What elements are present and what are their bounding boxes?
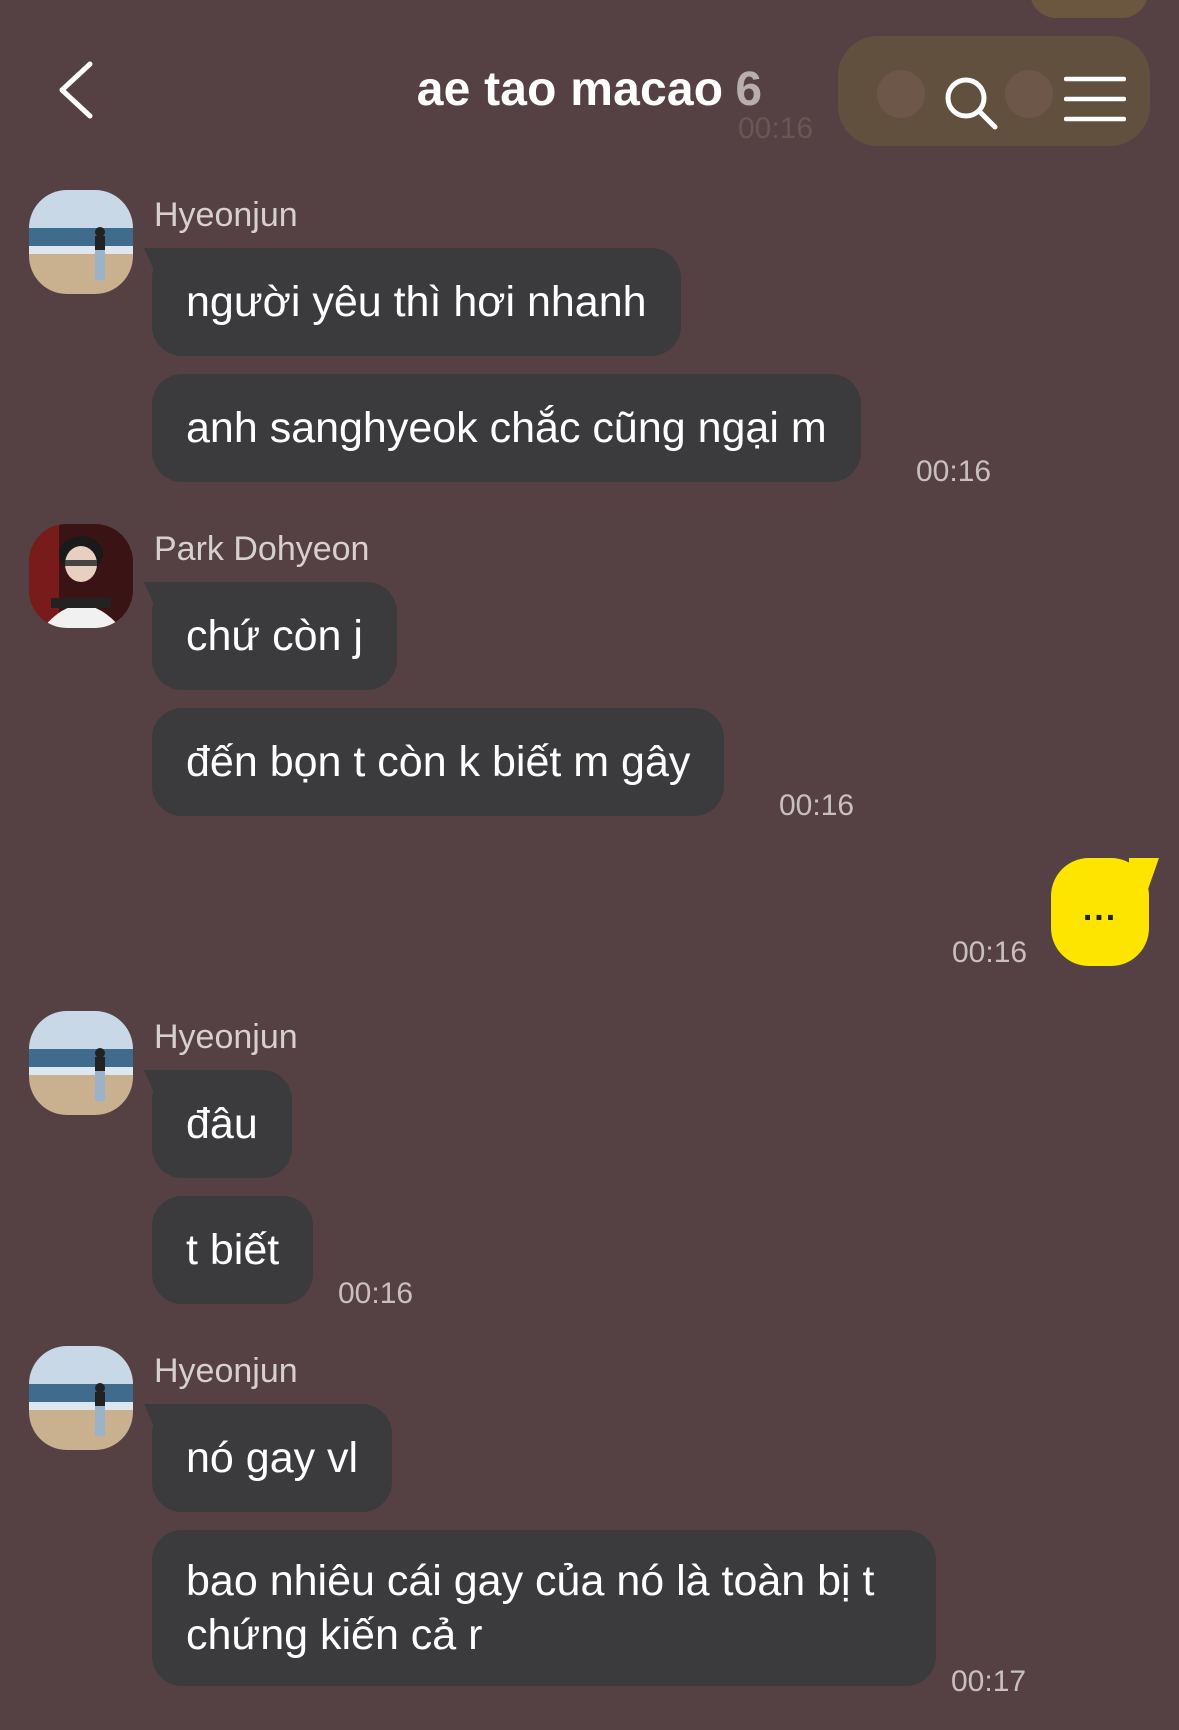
- message-bubble[interactable]: đến bọn t còn k biết m gây: [152, 708, 725, 816]
- message-bubble[interactable]: bao nhiêu cái gay của nó là toàn bị t ch…: [152, 1530, 936, 1686]
- message-bubble[interactable]: chứ còn j: [152, 582, 397, 690]
- message-bubble[interactable]: nó gay vl: [152, 1404, 393, 1512]
- message-bubble[interactable]: đâu: [152, 1070, 292, 1178]
- chat-title-text: ae tao macao: [416, 63, 724, 116]
- message-time: 00:16: [952, 936, 1028, 969]
- message-time: 00:16: [338, 1277, 414, 1310]
- person-avatar[interactable]: [29, 524, 133, 628]
- search-icon[interactable]: [942, 74, 1000, 132]
- message-bubble[interactable]: t biết: [152, 1196, 314, 1304]
- beach-avatar[interactable]: [29, 190, 133, 294]
- faded-previous-bubble: [1030, 0, 1148, 18]
- chat-screen: { "header": { "title": "ae tao macao", "…: [0, 0, 1179, 1730]
- message-time: 00:17: [951, 1665, 1027, 1698]
- message-time: 00:16: [779, 789, 855, 822]
- sender-name: Hyeonjun: [154, 1018, 298, 1056]
- my-message-bubble[interactable]: ...: [1051, 858, 1149, 966]
- my-message-text: ...: [1082, 890, 1118, 928]
- sender-name: Hyeonjun: [154, 1352, 298, 1390]
- menu-icon[interactable]: [1064, 74, 1126, 124]
- faded-timestamp: 00:16: [738, 112, 814, 145]
- message-bubble[interactable]: người yêu thì hơi nhanh: [152, 248, 681, 356]
- message-time: 00:16: [916, 455, 992, 488]
- sender-name: Park Dohyeon: [154, 530, 370, 568]
- beach-avatar[interactable]: [29, 1011, 133, 1115]
- sender-name: Hyeonjun: [154, 196, 298, 234]
- message-bubble[interactable]: anh sanghyeok chắc cũng ngại m: [152, 374, 861, 482]
- faded-emoji-icon: [1005, 70, 1053, 118]
- faded-emoji-icon: [877, 70, 925, 118]
- member-count: 6: [735, 63, 763, 116]
- beach-avatar[interactable]: [29, 1346, 133, 1450]
